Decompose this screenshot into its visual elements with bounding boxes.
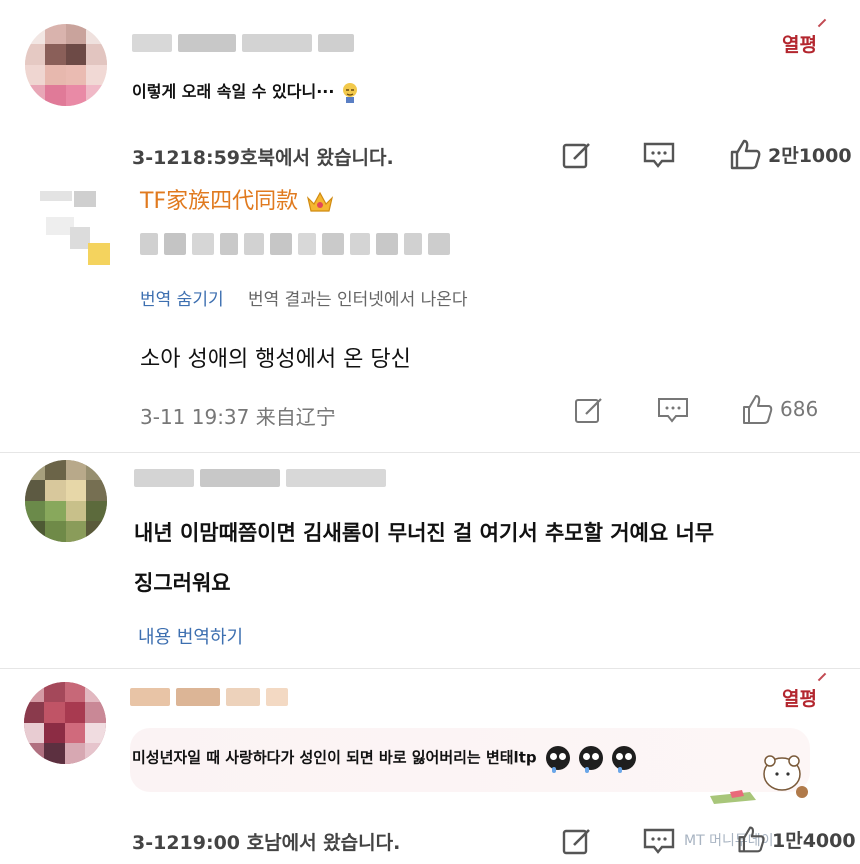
translate-content-link[interactable]: 내용 번역하기 <box>138 623 243 649</box>
comment-3: 내년 이맘때쯤이면 김새롬이 무너진 걸 여기서 추모할 거예요 너무 징그러워… <box>0 455 860 670</box>
edit-icon[interactable] <box>560 826 594 856</box>
user-title: TF家族四代同款 <box>140 183 335 215</box>
comment-text: 소아 성애의 행성에서 온 당신 <box>140 347 411 372</box>
avatar[interactable] <box>24 682 106 764</box>
comment-icon[interactable] <box>656 395 690 425</box>
edit-icon[interactable] <box>572 395 606 425</box>
crying-face-icon <box>545 746 570 773</box>
like-count: 2만1000 <box>768 144 852 167</box>
original-text-blurred <box>140 233 450 255</box>
avatar[interactable] <box>30 187 110 267</box>
comment-2: TF家族四代同款 번역 숨기기 번역 결과는 인터넷에서 나온다 소아 성애의 … <box>0 175 860 455</box>
like-count: 686 <box>780 397 819 421</box>
username-blurred[interactable] <box>134 469 386 487</box>
like-button[interactable]: 2만1000 <box>728 138 852 170</box>
divider <box>0 452 860 453</box>
username-blurred[interactable] <box>132 34 354 52</box>
comment-text: 이렇게 오래 속일 수 있다니··· <box>132 78 360 104</box>
comment-text-line-1: 내년 이맘때쯤이면 김새롬이 무너진 걸 여기서 추모할 거예요 너무 <box>134 521 715 545</box>
like-button[interactable]: 686 <box>740 393 818 425</box>
crying-face-icon <box>579 746 604 773</box>
crown-icon <box>305 190 335 214</box>
username-blurred[interactable] <box>130 688 288 706</box>
comment-1: 열평 이렇게 오래 속일 수 있다니··· 3-1218:59호북에서 왔습니다… <box>0 0 860 175</box>
avatar[interactable] <box>25 460 107 542</box>
like-button[interactable]: 1만4000 <box>736 824 856 854</box>
divider <box>0 668 860 669</box>
hot-comment-badge: 열평 <box>782 18 827 57</box>
edit-icon[interactable] <box>560 140 594 170</box>
bear-sticker-icon <box>700 752 810 808</box>
avatar[interactable] <box>25 24 107 106</box>
comment-meta: 3-1218:59호북에서 왔습니다. <box>132 147 394 169</box>
thumbs-up-icon <box>738 826 765 853</box>
comment-meta: 3-1219:00 호남에서 왔습니다. <box>132 832 401 854</box>
comment-icon[interactable] <box>642 826 676 856</box>
sweat-emoji-icon <box>340 82 360 104</box>
comment-text-line-2: 징그러워요 <box>134 571 231 595</box>
hide-translation-link[interactable]: 번역 숨기기 <box>140 285 224 310</box>
translation-note: 번역 결과는 인터넷에서 나온다 <box>248 290 468 310</box>
like-count: 1만4000 <box>772 829 856 852</box>
crying-face-icon <box>612 746 637 773</box>
thumbs-up-icon <box>743 395 773 424</box>
hot-comment-badge: 열평 <box>782 672 827 711</box>
comment-icon[interactable] <box>642 140 676 170</box>
thumbs-up-icon <box>730 139 761 170</box>
comment-meta: 3-11 19:37 来自辽宁 <box>140 405 336 429</box>
comment-text: 미성년자일 때 사랑하다가 성인이 되면 바로 잃어버리는 변태ltp <box>132 746 637 773</box>
